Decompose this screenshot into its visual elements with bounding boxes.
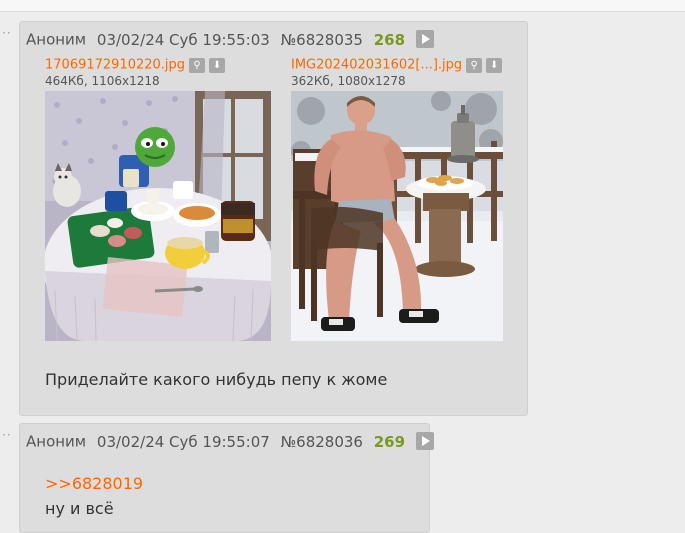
play-icon[interactable] — [415, 431, 434, 450]
file-meta: 464Кб, 1106x1218 — [45, 74, 160, 88]
thumbnail-image-snow — [291, 91, 503, 341]
post-menu-dots[interactable]: ·· — [2, 429, 12, 441]
post-index: 268 — [373, 30, 406, 49]
play-icon[interactable] — [415, 29, 434, 48]
image-thumbnail[interactable] — [45, 91, 271, 341]
post-message: ну и всё — [45, 499, 114, 518]
post: Аноним 03/02/24 Суб 19:55:07 №6828036 26… — [19, 423, 434, 533]
reply-link[interactable]: >>6828019 — [45, 474, 143, 494]
file-meta: 362Кб, 1080x1278 — [291, 74, 406, 88]
file-name-link[interactable]: IMG202402031602[...].jpg — [291, 58, 462, 73]
download-icon[interactable]: ⬇ — [486, 58, 503, 73]
file-info: 17069172910220.jpg ⚲ ⬇ 464Кб, 1106x1218 — [45, 55, 226, 88]
post-index: 269 — [373, 432, 406, 451]
magnifier-icon[interactable]: ⚲ — [466, 58, 483, 73]
post-menu-dots[interactable]: ·· — [2, 27, 12, 39]
post-author: Аноним — [26, 432, 87, 451]
post-author: Аноним — [26, 30, 87, 49]
download-icon[interactable]: ⬇ — [209, 58, 226, 73]
post-number[interactable]: №6828035 — [281, 31, 363, 49]
post: Аноним 03/02/24 Суб 19:55:03 №6828035 26… — [19, 21, 528, 416]
post-header: Аноним 03/02/24 Суб 19:55:07 №6828036 26… — [26, 431, 434, 451]
post-number[interactable]: №6828036 — [281, 433, 363, 451]
image-thumbnail[interactable] — [291, 91, 503, 341]
post-header: Аноним 03/02/24 Суб 19:55:03 №6828035 26… — [26, 29, 434, 49]
magnifier-icon[interactable]: ⚲ — [189, 58, 206, 73]
post-date: 03/02/24 Суб 19:55:07 — [96, 432, 270, 451]
top-bar — [0, 0, 685, 12]
post-message: Приделайте какого нибудь пепу к жоме — [45, 370, 388, 389]
file-info: IMG202402031602[...].jpg ⚲ ⬇ 362Кб, 1080x1… — [291, 55, 503, 88]
file-name-link[interactable]: 17069172910220.jpg — [45, 58, 185, 73]
post-date: 03/02/24 Суб 19:55:03 — [96, 30, 270, 49]
thumbnail-image-table — [45, 91, 271, 341]
